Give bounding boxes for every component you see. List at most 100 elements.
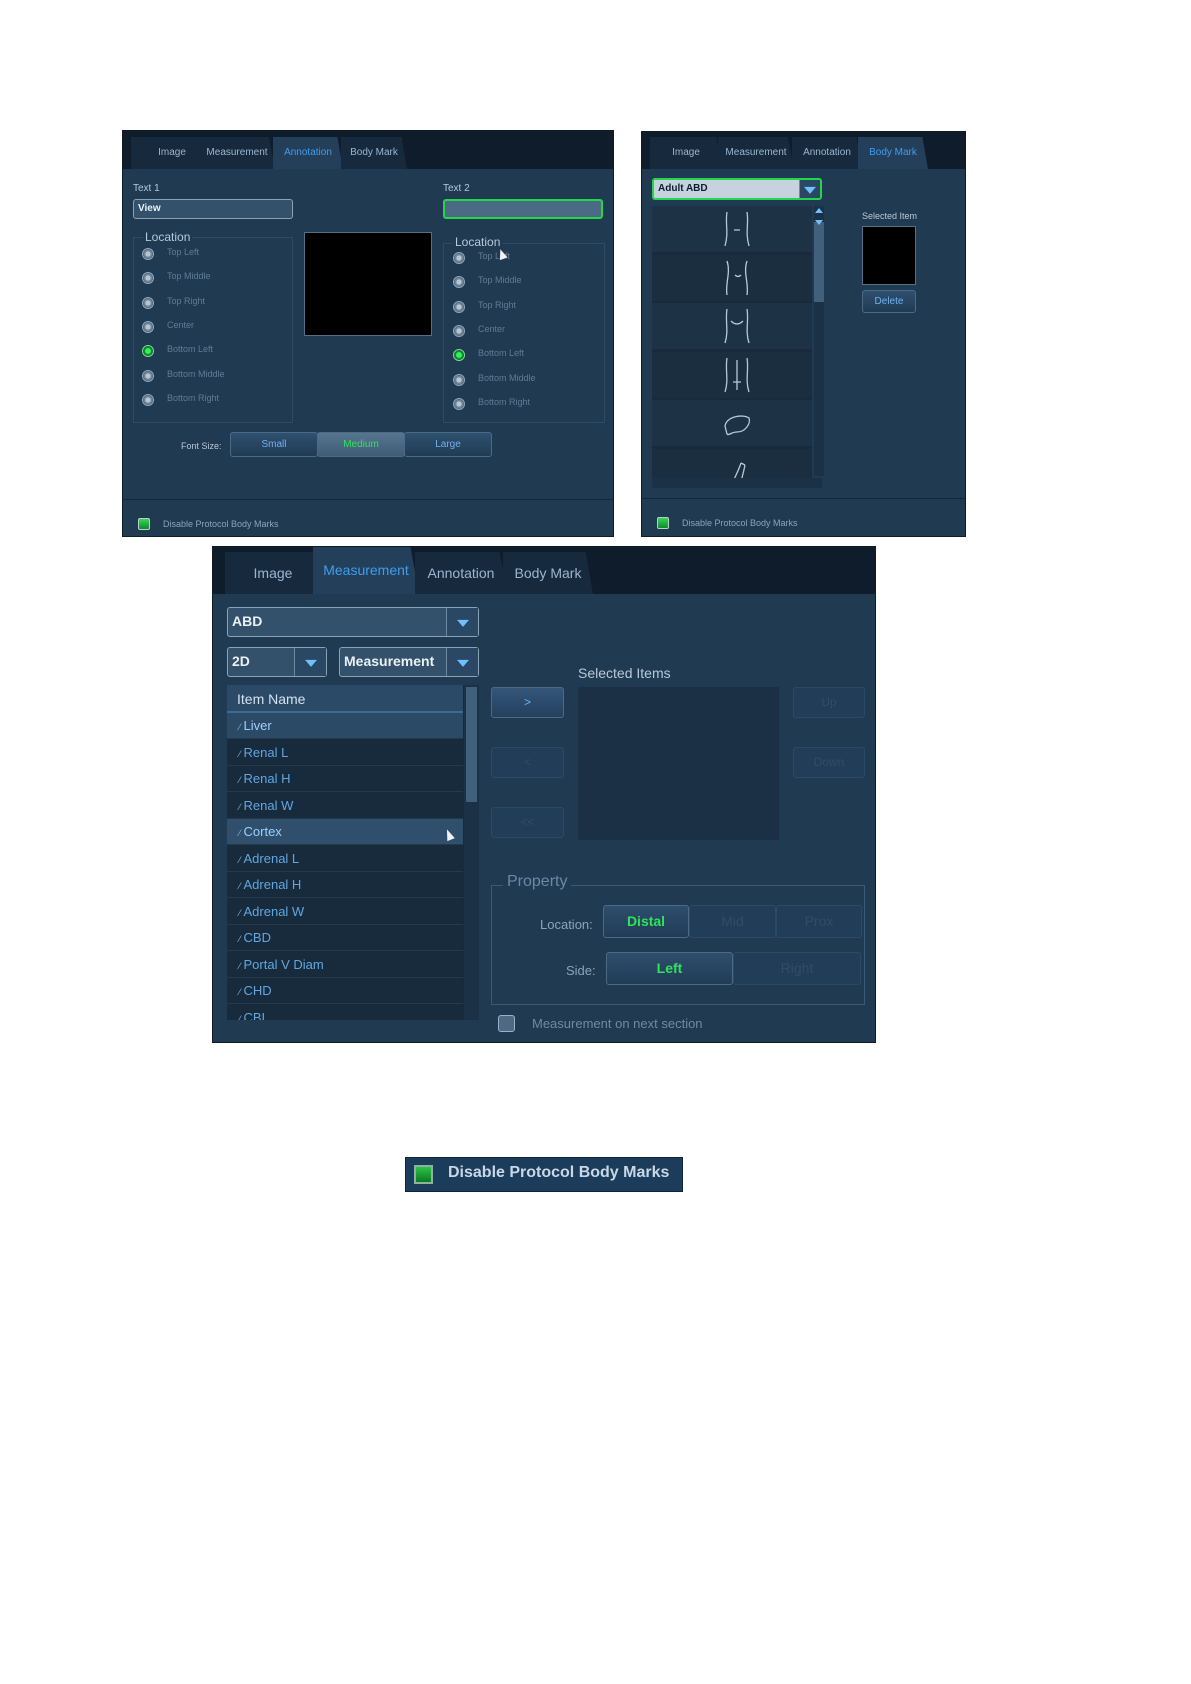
location-radio[interactable] xyxy=(142,248,154,260)
bodymark-category-dropdown[interactable]: Adult ABD xyxy=(652,178,822,200)
delete-button[interactable]: Delete xyxy=(862,290,916,313)
item-name: Liver xyxy=(243,718,272,733)
tab-measurement[interactable]: Measurement xyxy=(718,137,794,169)
next-section-label: Measurement on next section xyxy=(532,1016,703,1031)
move-up-button[interactable]: Up xyxy=(793,687,865,718)
location-radio[interactable] xyxy=(142,393,154,406)
bodymark-thumbnail[interactable] xyxy=(652,351,812,398)
bodymark-thumbnail[interactable] xyxy=(652,303,812,349)
text1-input[interactable]: View xyxy=(133,199,293,219)
tab-annotation[interactable]: Annotation xyxy=(792,137,862,169)
scrollbar-thumb[interactable] xyxy=(466,687,477,802)
item-name: Adrenal H xyxy=(243,877,302,892)
location-radio[interactable] xyxy=(142,296,154,309)
exam-dropdown[interactable]: ABD xyxy=(227,607,479,637)
font-size-medium-button[interactable]: Medium xyxy=(317,432,405,457)
location-label-left: Location xyxy=(143,230,193,244)
selected-items-label: Selected Items xyxy=(578,665,671,681)
side-label: Side: xyxy=(566,963,596,978)
item-name: Adrenal L xyxy=(243,850,300,866)
font-size-large-button[interactable]: Large xyxy=(404,432,492,457)
list-item[interactable]: ⁄ CBL xyxy=(227,1004,463,1021)
ruler-icon: ⁄ xyxy=(239,748,241,759)
list-item[interactable]: ⁄ Renal H xyxy=(227,766,463,792)
chevron-down-icon[interactable] xyxy=(446,648,478,676)
chevron-down-icon[interactable] xyxy=(294,648,326,676)
location-distal-button[interactable]: Distal xyxy=(603,905,689,938)
location-radio[interactable] xyxy=(142,369,154,382)
text2-input[interactable] xyxy=(443,199,603,219)
disable-body-marks-checkbox[interactable] xyxy=(414,1165,433,1184)
tab-image[interactable]: Image xyxy=(650,137,722,169)
torso-side-icon xyxy=(725,260,749,295)
item-name: CBL xyxy=(243,1009,269,1021)
selected-items-list[interactable] xyxy=(578,687,779,840)
location-radio[interactable] xyxy=(142,320,154,333)
item-name: CBD xyxy=(243,930,271,945)
location-radio[interactable] xyxy=(453,373,465,386)
location-radio[interactable] xyxy=(453,300,465,313)
add-item-button[interactable]: > xyxy=(491,687,564,718)
scrollbar-thumb[interactable] xyxy=(814,222,824,302)
tab-body-mark[interactable]: Body Mark xyxy=(503,552,593,594)
location-radio[interactable] xyxy=(453,397,465,410)
tab-image[interactable]: Image xyxy=(225,552,321,594)
chevron-down-icon[interactable] xyxy=(799,180,820,198)
bodymark-thumbnail[interactable] xyxy=(652,400,812,446)
tab-annotation[interactable]: Annotation xyxy=(415,552,507,594)
list-item[interactable]: ⁄ Portal V Diam xyxy=(227,951,463,978)
bodymark-thumbnail[interactable] xyxy=(652,254,812,301)
ruler-icon: ⁄ xyxy=(239,960,241,971)
font-size-small-button[interactable]: Small xyxy=(230,432,318,457)
location-radio[interactable] xyxy=(453,252,465,264)
location-mid-button[interactable]: Mid xyxy=(689,905,776,938)
remove-all-button[interactable]: << xyxy=(491,807,564,838)
item-name: Cortex xyxy=(243,824,282,839)
item-list-scrollbar[interactable] xyxy=(464,685,479,1020)
disable-body-marks-checkbox[interactable] xyxy=(138,518,150,530)
location-prox-button[interactable]: Prox xyxy=(776,905,862,938)
tab-body-mark[interactable]: Body Mark xyxy=(341,137,407,169)
bodymark-thumbnail[interactable] xyxy=(652,448,812,478)
ruler-icon: ⁄ xyxy=(239,907,241,918)
disable-body-marks-checkbox[interactable] xyxy=(657,517,669,529)
bodymark-thumbnail-list xyxy=(652,206,812,478)
list-item[interactable]: ⁄ CHD xyxy=(227,978,463,1004)
tab-bar: Image Measurement Annotation Body Mark xyxy=(123,131,613,169)
footer-divider xyxy=(123,499,613,500)
tab-measurement[interactable]: Measurement xyxy=(313,547,419,594)
remove-item-button[interactable]: < xyxy=(491,747,564,778)
next-section-checkbox[interactable] xyxy=(498,1015,515,1032)
tab-annotation[interactable]: Annotation xyxy=(273,137,343,169)
item-name: Portal V Diam xyxy=(243,956,324,972)
list-item[interactable]: ⁄ Cortex xyxy=(227,819,463,845)
list-item[interactable]: ⁄ Adrenal L xyxy=(227,845,463,872)
ruler-icon: ⁄ xyxy=(239,987,241,997)
chevron-down-icon[interactable] xyxy=(446,608,478,636)
disable-body-marks-label: Disable Protocol Body Marks xyxy=(448,1164,670,1181)
location-option-label: Center xyxy=(167,319,195,330)
tab-bar: Image Measurement Annotation Body Mark xyxy=(642,132,965,169)
scroll-down-arrow-icon[interactable] xyxy=(815,220,823,225)
list-item[interactable]: ⁄ Liver xyxy=(227,713,463,739)
list-item[interactable]: ⁄ CBD xyxy=(227,925,463,951)
scroll-up-arrow-icon[interactable] xyxy=(815,208,823,213)
tab-body-mark[interactable]: Body Mark xyxy=(858,137,928,169)
torso-spine-icon xyxy=(724,357,750,392)
thumbnail-scrollbar[interactable] xyxy=(814,206,824,476)
thumbnail-hscrollbar[interactable] xyxy=(652,478,822,488)
list-item[interactable]: ⁄ Adrenal H xyxy=(227,872,463,898)
bodymark-panel: Image Measurement Annotation Body Mark A… xyxy=(642,132,965,536)
side-right-button[interactable]: Right xyxy=(733,952,861,985)
ruler-icon: ⁄ xyxy=(239,1013,241,1021)
move-down-button[interactable]: Down xyxy=(793,747,865,778)
bodymark-thumbnail[interactable] xyxy=(652,206,812,252)
tab-measurement[interactable]: Measurement xyxy=(199,137,275,169)
ruler-icon: ⁄ xyxy=(239,854,241,865)
side-left-button[interactable]: Left xyxy=(606,952,733,985)
location-radio[interactable] xyxy=(453,324,465,337)
list-item[interactable]: ⁄ Renal L xyxy=(227,739,463,766)
list-item[interactable]: ⁄ Renal W xyxy=(227,792,463,819)
list-item[interactable]: ⁄ Adrenal W xyxy=(227,898,463,925)
selected-item-preview xyxy=(862,226,916,285)
